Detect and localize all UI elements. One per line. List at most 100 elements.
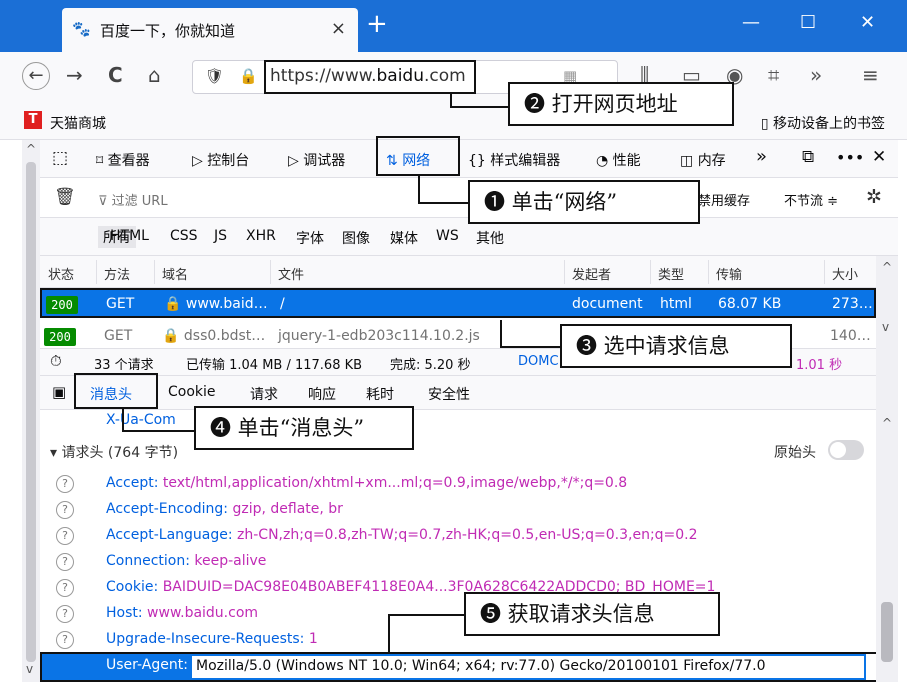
help-icon[interactable]: ? — [56, 631, 74, 649]
more-options-icon[interactable]: ••• — [836, 148, 864, 167]
column-type[interactable]: 类型 — [658, 264, 684, 283]
bookmark-tmall[interactable]: 天猫商城 — [50, 113, 106, 133]
type-filter-media[interactable]: 媒体 — [390, 228, 418, 248]
details-scrollbar[interactable]: ^ v ^ — [876, 256, 898, 682]
headers-panel: X-Ua-Com ▾ 请求头 (764 字节) 原始头 ? Accept: te… — [40, 410, 876, 682]
mobile-bookmarks[interactable]: ▯ 移动设备上的书签 — [761, 113, 885, 133]
tab-inspector[interactable]: ⌑ 查看器 — [96, 150, 150, 170]
maximize-button[interactable]: ☐ — [800, 12, 816, 33]
tab-performance[interactable]: ◔ 性能 — [596, 150, 641, 170]
more-tabs-chevron-icon[interactable]: » — [756, 146, 767, 167]
callout-leader — [500, 346, 562, 348]
column-file[interactable]: 文件 — [278, 264, 304, 283]
help-icon[interactable]: ? — [56, 579, 74, 597]
callout-leader — [418, 176, 420, 204]
type-filter-other[interactable]: 其他 — [476, 228, 504, 248]
shield-icon[interactable]: 🛡 — [205, 67, 224, 85]
column-status[interactable]: 状态 — [48, 264, 74, 283]
filter-url-input[interactable]: ⊽ 过滤 URL — [98, 190, 168, 209]
help-icon[interactable]: ? — [56, 553, 74, 571]
tab-title: 百度一下，你就知道 — [100, 22, 236, 40]
overflow-chevron-icon[interactable]: » — [810, 63, 822, 87]
trash-icon[interactable]: 🗑 — [54, 187, 76, 207]
tab-memory[interactable]: ◫ 内存 — [680, 150, 726, 170]
cell-size: 273… — [832, 296, 873, 312]
tab-timings[interactable]: 耗时 — [366, 384, 394, 404]
tab-console[interactable]: ▷ 控制台 — [192, 150, 249, 170]
crop-icon[interactable]: ⌗ — [768, 63, 779, 87]
header-value: zh-CN,zh;q=0.8,zh-TW;q=0.7,zh-HK;q=0.5,e… — [237, 527, 698, 543]
scroll-up-icon[interactable]: ^ — [882, 260, 892, 274]
help-icon[interactable]: ? — [56, 475, 74, 493]
raw-headers-label: 原始头 — [774, 445, 816, 461]
request-headers-section[interactable]: ▾ 请求头 (764 字节) — [50, 442, 178, 462]
reload-icon[interactable]: C — [108, 63, 123, 87]
baidu-paw-icon: 🐾 — [72, 20, 91, 38]
url-text[interactable]: https://www.baidu.com — [270, 66, 466, 86]
callout-step4: ❹ 单击“消息头” — [194, 406, 414, 450]
tab-style-editor-label: 样式编辑器 — [490, 153, 561, 169]
column-initiator[interactable]: 发起者 — [572, 264, 611, 283]
scroll-up-icon[interactable]: ^ — [26, 142, 36, 156]
column-method[interactable]: 方法 — [104, 264, 130, 283]
help-icon[interactable]: ? — [56, 605, 74, 623]
browser-tab[interactable]: 🐾 百度一下，你就知道 × — [62, 8, 358, 52]
tab-security[interactable]: 安全性 — [428, 384, 470, 404]
raw-headers-toggle[interactable] — [828, 440, 864, 460]
callout-step3: ❸ 选中请求信息 — [560, 324, 792, 368]
type-filter-font[interactable]: 字体 — [296, 228, 324, 248]
home-icon[interactable]: ⌂ — [148, 63, 161, 87]
header-key: Accept-Language: — [106, 527, 233, 543]
callout-leader — [450, 106, 512, 108]
minimize-button[interactable]: — — [742, 12, 760, 33]
type-filter-html[interactable]: HTML — [110, 228, 149, 244]
menu-icon[interactable]: ≡ — [862, 63, 879, 87]
tab-cookie[interactable]: Cookie — [168, 384, 216, 400]
type-filter-js[interactable]: JS — [214, 228, 227, 244]
cell-domain: 🔒 dss0.bdst… — [162, 328, 266, 344]
disable-cache-checkbox[interactable]: 禁用缓存 — [698, 190, 750, 209]
element-picker-icon[interactable]: ⬚ — [52, 148, 68, 168]
help-icon[interactable]: ? — [56, 501, 74, 519]
tab-console-label: 控制台 — [207, 153, 250, 169]
close-devtools-icon[interactable]: ✕ — [872, 147, 886, 167]
back-icon[interactable]: ← — [22, 62, 50, 90]
lock-icon[interactable]: 🔒 — [239, 67, 258, 85]
callout-step1: ❶ 单击“网络” — [468, 180, 700, 224]
tab-request[interactable]: 请求 — [250, 384, 278, 404]
type-filter-image[interactable]: 图像 — [342, 228, 370, 248]
cell-size: 140… — [830, 328, 871, 344]
throttle-select[interactable]: 不节流 ≑ — [784, 190, 838, 209]
scroll-up-icon[interactable]: ^ — [882, 416, 892, 430]
table-row-selected[interactable]: 200 GET 🔒 www.baid… / document html 68.0… — [40, 288, 876, 318]
header-accept: Accept: text/html,application/xhtml+xm..… — [106, 475, 627, 491]
cell-type: html — [660, 296, 692, 312]
column-transferred[interactable]: 传输 — [716, 264, 742, 283]
forward-icon[interactable]: → — [66, 63, 83, 87]
tab-debugger[interactable]: ▷ 调试器 — [288, 150, 345, 170]
cell-transferred: 68.07 KB — [718, 296, 782, 312]
scroll-down-icon[interactable]: v — [26, 662, 33, 676]
page-scrollbar[interactable]: ^ v — [22, 140, 40, 682]
network-highlight-box — [376, 136, 460, 176]
cell-domain-text: dss0.bdst… — [183, 328, 266, 344]
scroll-down-icon[interactable]: v — [882, 320, 889, 334]
column-size[interactable]: 大小 — [832, 264, 858, 283]
header-row: ? Connection: keep-alive — [40, 550, 876, 576]
finish-time: 完成: 5.20 秒 — [390, 358, 471, 373]
tab-response[interactable]: 响应 — [308, 384, 336, 404]
new-tab-button[interactable]: + — [366, 10, 388, 38]
type-filter-xhr[interactable]: XHR — [246, 228, 276, 244]
close-window-button[interactable]: ✕ — [860, 12, 875, 33]
tab-close-icon[interactable]: × — [331, 18, 346, 39]
dock-icon[interactable]: ⧉ — [802, 147, 814, 167]
scrollbar-thumb[interactable] — [26, 162, 36, 662]
sidebar-toggle-icon[interactable]: ▣ — [52, 383, 66, 401]
scrollbar-thumb[interactable] — [881, 602, 893, 662]
gear-icon[interactable]: ✲ — [866, 186, 882, 208]
help-icon[interactable]: ? — [56, 527, 74, 545]
tab-style-editor[interactable]: {} 样式编辑器 — [468, 150, 560, 170]
column-domain[interactable]: 域名 — [162, 264, 188, 283]
type-filter-ws[interactable]: WS — [436, 228, 459, 244]
type-filter-css[interactable]: CSS — [170, 228, 198, 244]
